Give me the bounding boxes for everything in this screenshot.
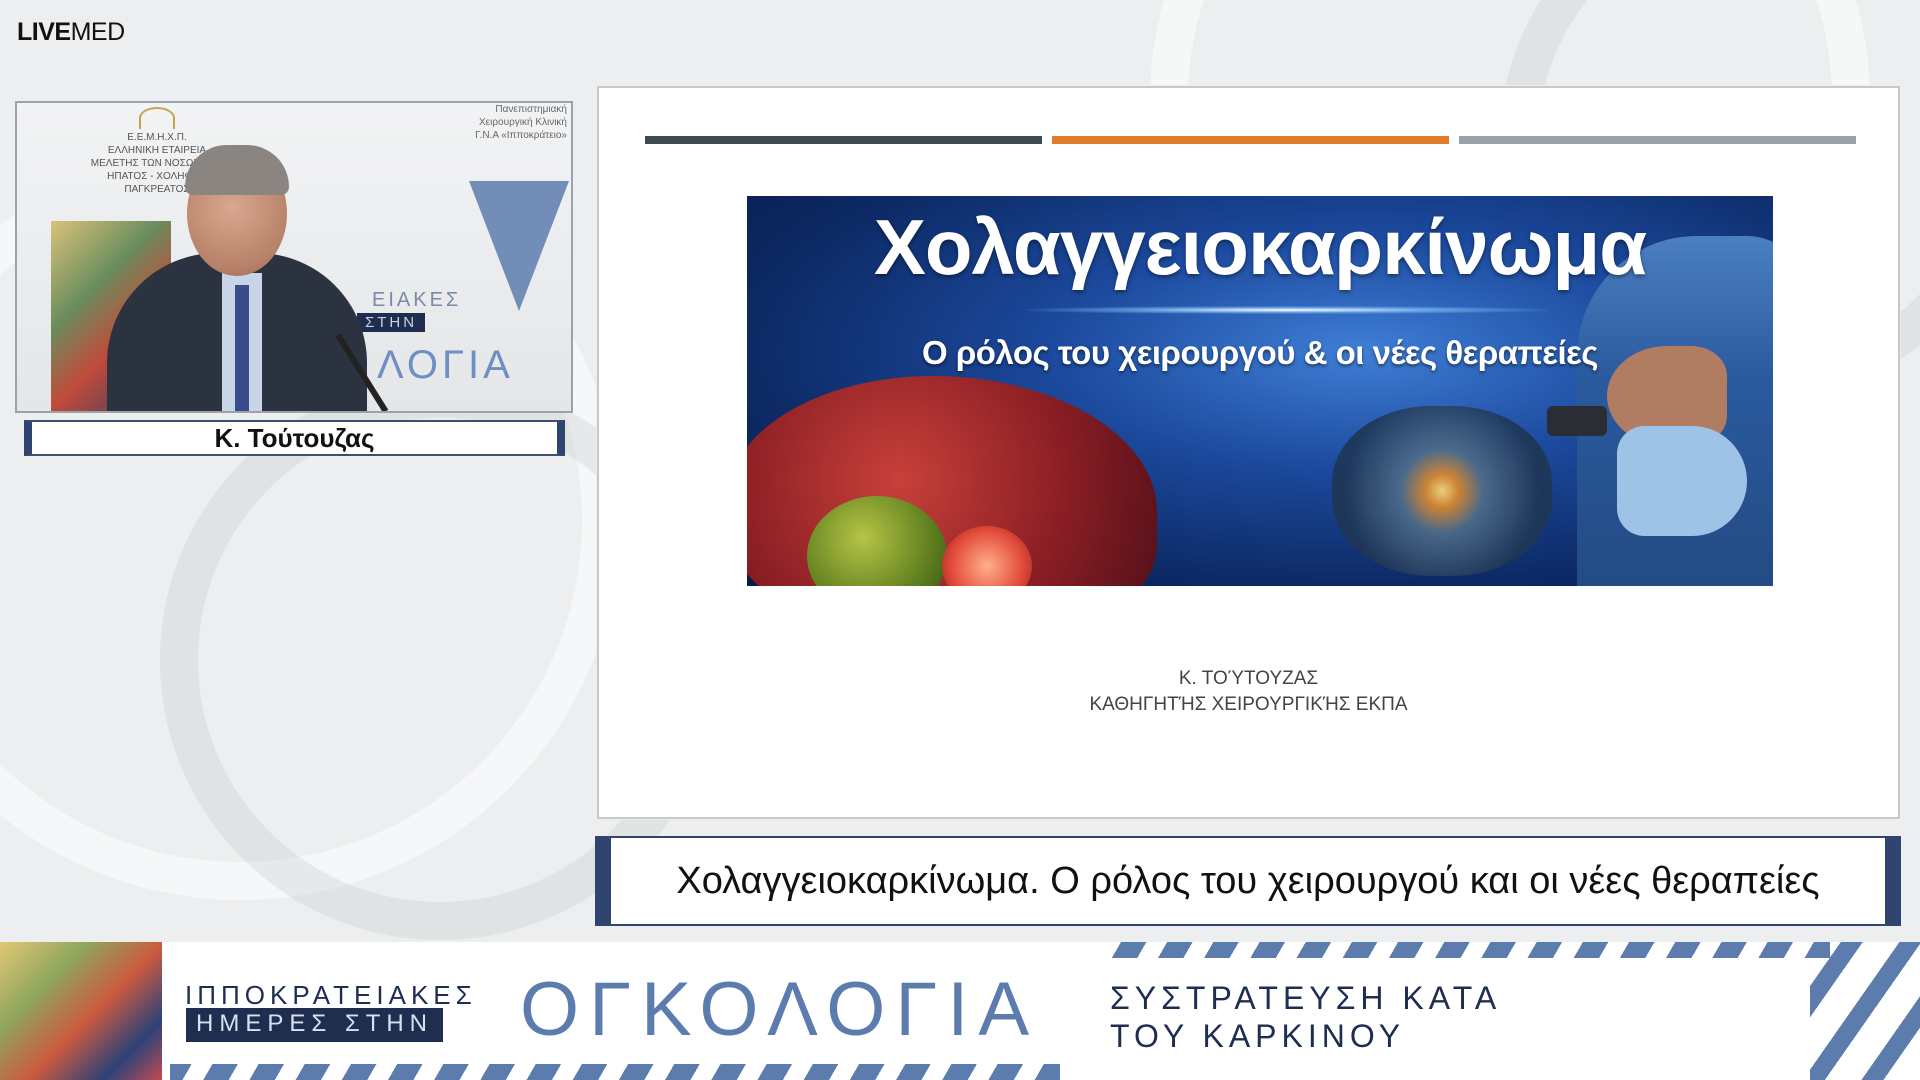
slogan-line1: ΣΥΣΤΡΑΤΕΥΣΗ ΚΑΤΑ <box>1110 980 1502 1016</box>
backdrop-text: ΕΙΑΚΕΣ <box>372 289 462 311</box>
event-name-line1: ΙΠΠΟΚΡΑΤΕΙΑΚΕΣ <box>185 980 477 1010</box>
logo-bold-text: LIVE <box>17 18 71 46</box>
clinic-line: Γ.Ν.Α «Ιπποκράτειο» <box>475 130 567 141</box>
speaker-tie <box>235 285 249 411</box>
event-name-big: ΟΓΚΟΛΟΓΙΑ <box>520 967 1040 1052</box>
backdrop-triangle <box>469 181 569 311</box>
ct-scan-illustration <box>1332 406 1552 576</box>
footer-stripes-bottom <box>170 1064 1060 1080</box>
slide-stripe-gray <box>1459 136 1856 144</box>
society-abbr: Ε.Ε.Μ.Η.Χ.Π. <box>127 132 187 143</box>
footer-stripes-top <box>1110 942 1830 958</box>
footer-diagonal-stripes <box>1810 942 1920 1080</box>
slogan-line2: ΤΟΥ ΚΑΡΚΙΝΟΥ <box>1110 1018 1406 1054</box>
author-title: ΚΑΘΗΓΗΤΉΣ ΧΕΙΡΟΥΡΓΙΚΉΣ ΕΚΠΑ <box>1089 694 1408 715</box>
banner-subtitle: Ο ρόλος του χειρουργού & οι νέες θεραπεί… <box>922 334 1598 371</box>
speaker-video[interactable]: Ε.Ε.Μ.Η.Χ.Π. ΕΛΛΗΝΙΚΗ ΕΤΑΙΡΕΙΑ ΜΕΛΕΤΗΣ Τ… <box>15 101 573 413</box>
event-name-line2: ΗΜΕΡΕΣ ΣΤΗΝ <box>186 1008 444 1042</box>
presentation-slide[interactable]: Χολαγγειοκαρκίνωμα Ο ρόλος του χειρουργο… <box>597 86 1900 819</box>
speaker-name-bar: Κ. Τούτουζας <box>24 420 565 456</box>
slide-author: Κ. ΤΟΎΤΟΥΖΑΣ ΚΑΘΗΓΗΤΉΣ ΧΕΙΡΟΥΡΓΙΚΉΣ ΕΚΠΑ <box>599 666 1898 718</box>
author-name: Κ. ΤΟΎΤΟΥΖΑΣ <box>1178 668 1319 689</box>
talk-title: Χολαγγειοκαρκίνωμα. Ο ρόλος του χειρουργ… <box>676 859 1820 902</box>
clinic-line: Χειρουργική Κλινική <box>479 117 567 128</box>
society-emblem-icon <box>139 107 175 129</box>
talk-title-bar: Χολαγγειοκαρκίνωμα. Ο ρόλος του χειρουργ… <box>595 836 1901 926</box>
banner-title: Χολαγγειοκαρκίνωμα <box>873 203 1647 291</box>
event-footer: ΙΠΠΟΚΡΑΤΕΙΑΚΕΣ ΗΜΕΡΕΣ ΣΤΗΝ ΟΓΚΟΛΟΓΙΑ ΣΥΣ… <box>0 942 1920 1080</box>
surgeon-mask <box>1617 426 1747 536</box>
logo-rest-text: MED <box>70 18 126 46</box>
surgical-loupe-icon <box>1547 406 1607 436</box>
footer-painting <box>0 942 162 1080</box>
speaker-name: Κ. Τούτουζας <box>214 422 375 453</box>
slide-banner-image: Χολαγγειοκαρκίνωμα Ο ρόλος του χειρουργο… <box>747 196 1773 586</box>
banner-glow <box>1027 306 1547 314</box>
backdrop-text-box: ΣΤΗΝ <box>357 313 426 332</box>
clinic-label: Πανεπιστημιακή Χειρουργική Κλινική Γ.Ν.Α… <box>427 103 567 142</box>
backdrop-text-large: ΛΟΓΙΑ <box>377 343 514 387</box>
clinic-line: Πανεπιστημιακή <box>495 104 567 115</box>
livemed-logo: LIVEMED <box>17 18 125 47</box>
slide-stripe-dark <box>645 136 1042 144</box>
slide-stripe-orange <box>1052 136 1449 144</box>
